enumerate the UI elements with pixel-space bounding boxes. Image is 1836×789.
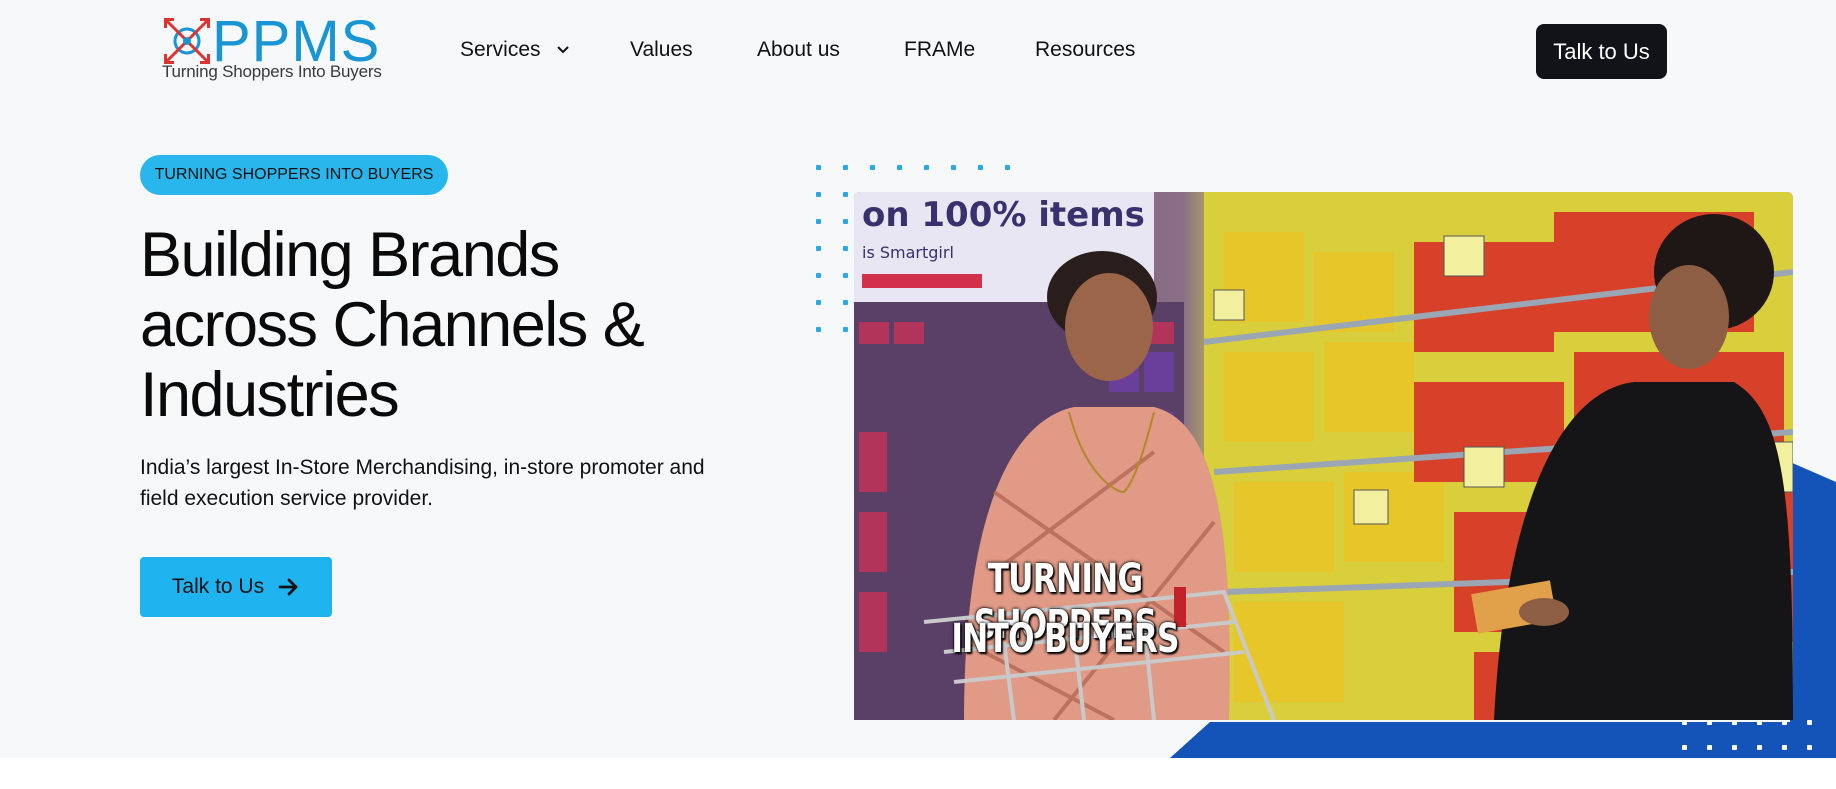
nav-resources[interactable]: Resources (1035, 38, 1135, 62)
logo-mark-icon (164, 18, 210, 64)
chevron-down-icon (557, 46, 570, 54)
hero-headline: Building Brands across Channels & Indust… (140, 220, 740, 430)
arrow-right-icon (278, 577, 300, 597)
nav-values[interactable]: Values (630, 38, 693, 62)
talk-to-us-header-button[interactable]: Talk to Us (1536, 24, 1667, 79)
talk-to-us-hero-button[interactable]: Talk to Us (140, 557, 332, 617)
description-line: field execution service provider. (140, 487, 433, 510)
nav-services-label: Services (460, 38, 541, 61)
svg-text:is Smartgirl: is Smartgirl (862, 243, 954, 262)
nav-frame[interactable]: FRAMe (904, 38, 975, 62)
nav-services[interactable]: Services (460, 38, 570, 62)
image-caption-line: INTO BUYERS (951, 616, 1179, 662)
cta-label: Talk to Us (171, 575, 265, 598)
hero-description: India’s largest In-Store Merchandising, … (140, 452, 740, 514)
page: PPMS Turning Shoppers Into Buyers Servic… (0, 0, 1836, 789)
headline-line: Building Brands (140, 220, 560, 290)
nav-about-us[interactable]: About us (757, 38, 840, 62)
hero-badge: TURNING SHOPPERS INTO BUYERS (140, 155, 448, 195)
logo[interactable]: PPMS Turning Shoppers Into Buyers (160, 10, 382, 86)
headline-line: Industries (140, 360, 400, 430)
hero-image: on 100% items is Smartgirl TURNING SHOPP… (854, 192, 1793, 720)
description-line: India’s largest In-Store Merchandising, … (140, 456, 705, 479)
headline-line: across Channels & (140, 290, 645, 360)
svg-text:on 100% items: on 100% items (862, 195, 1145, 235)
logo-tagline: Turning Shoppers Into Buyers (162, 62, 382, 81)
